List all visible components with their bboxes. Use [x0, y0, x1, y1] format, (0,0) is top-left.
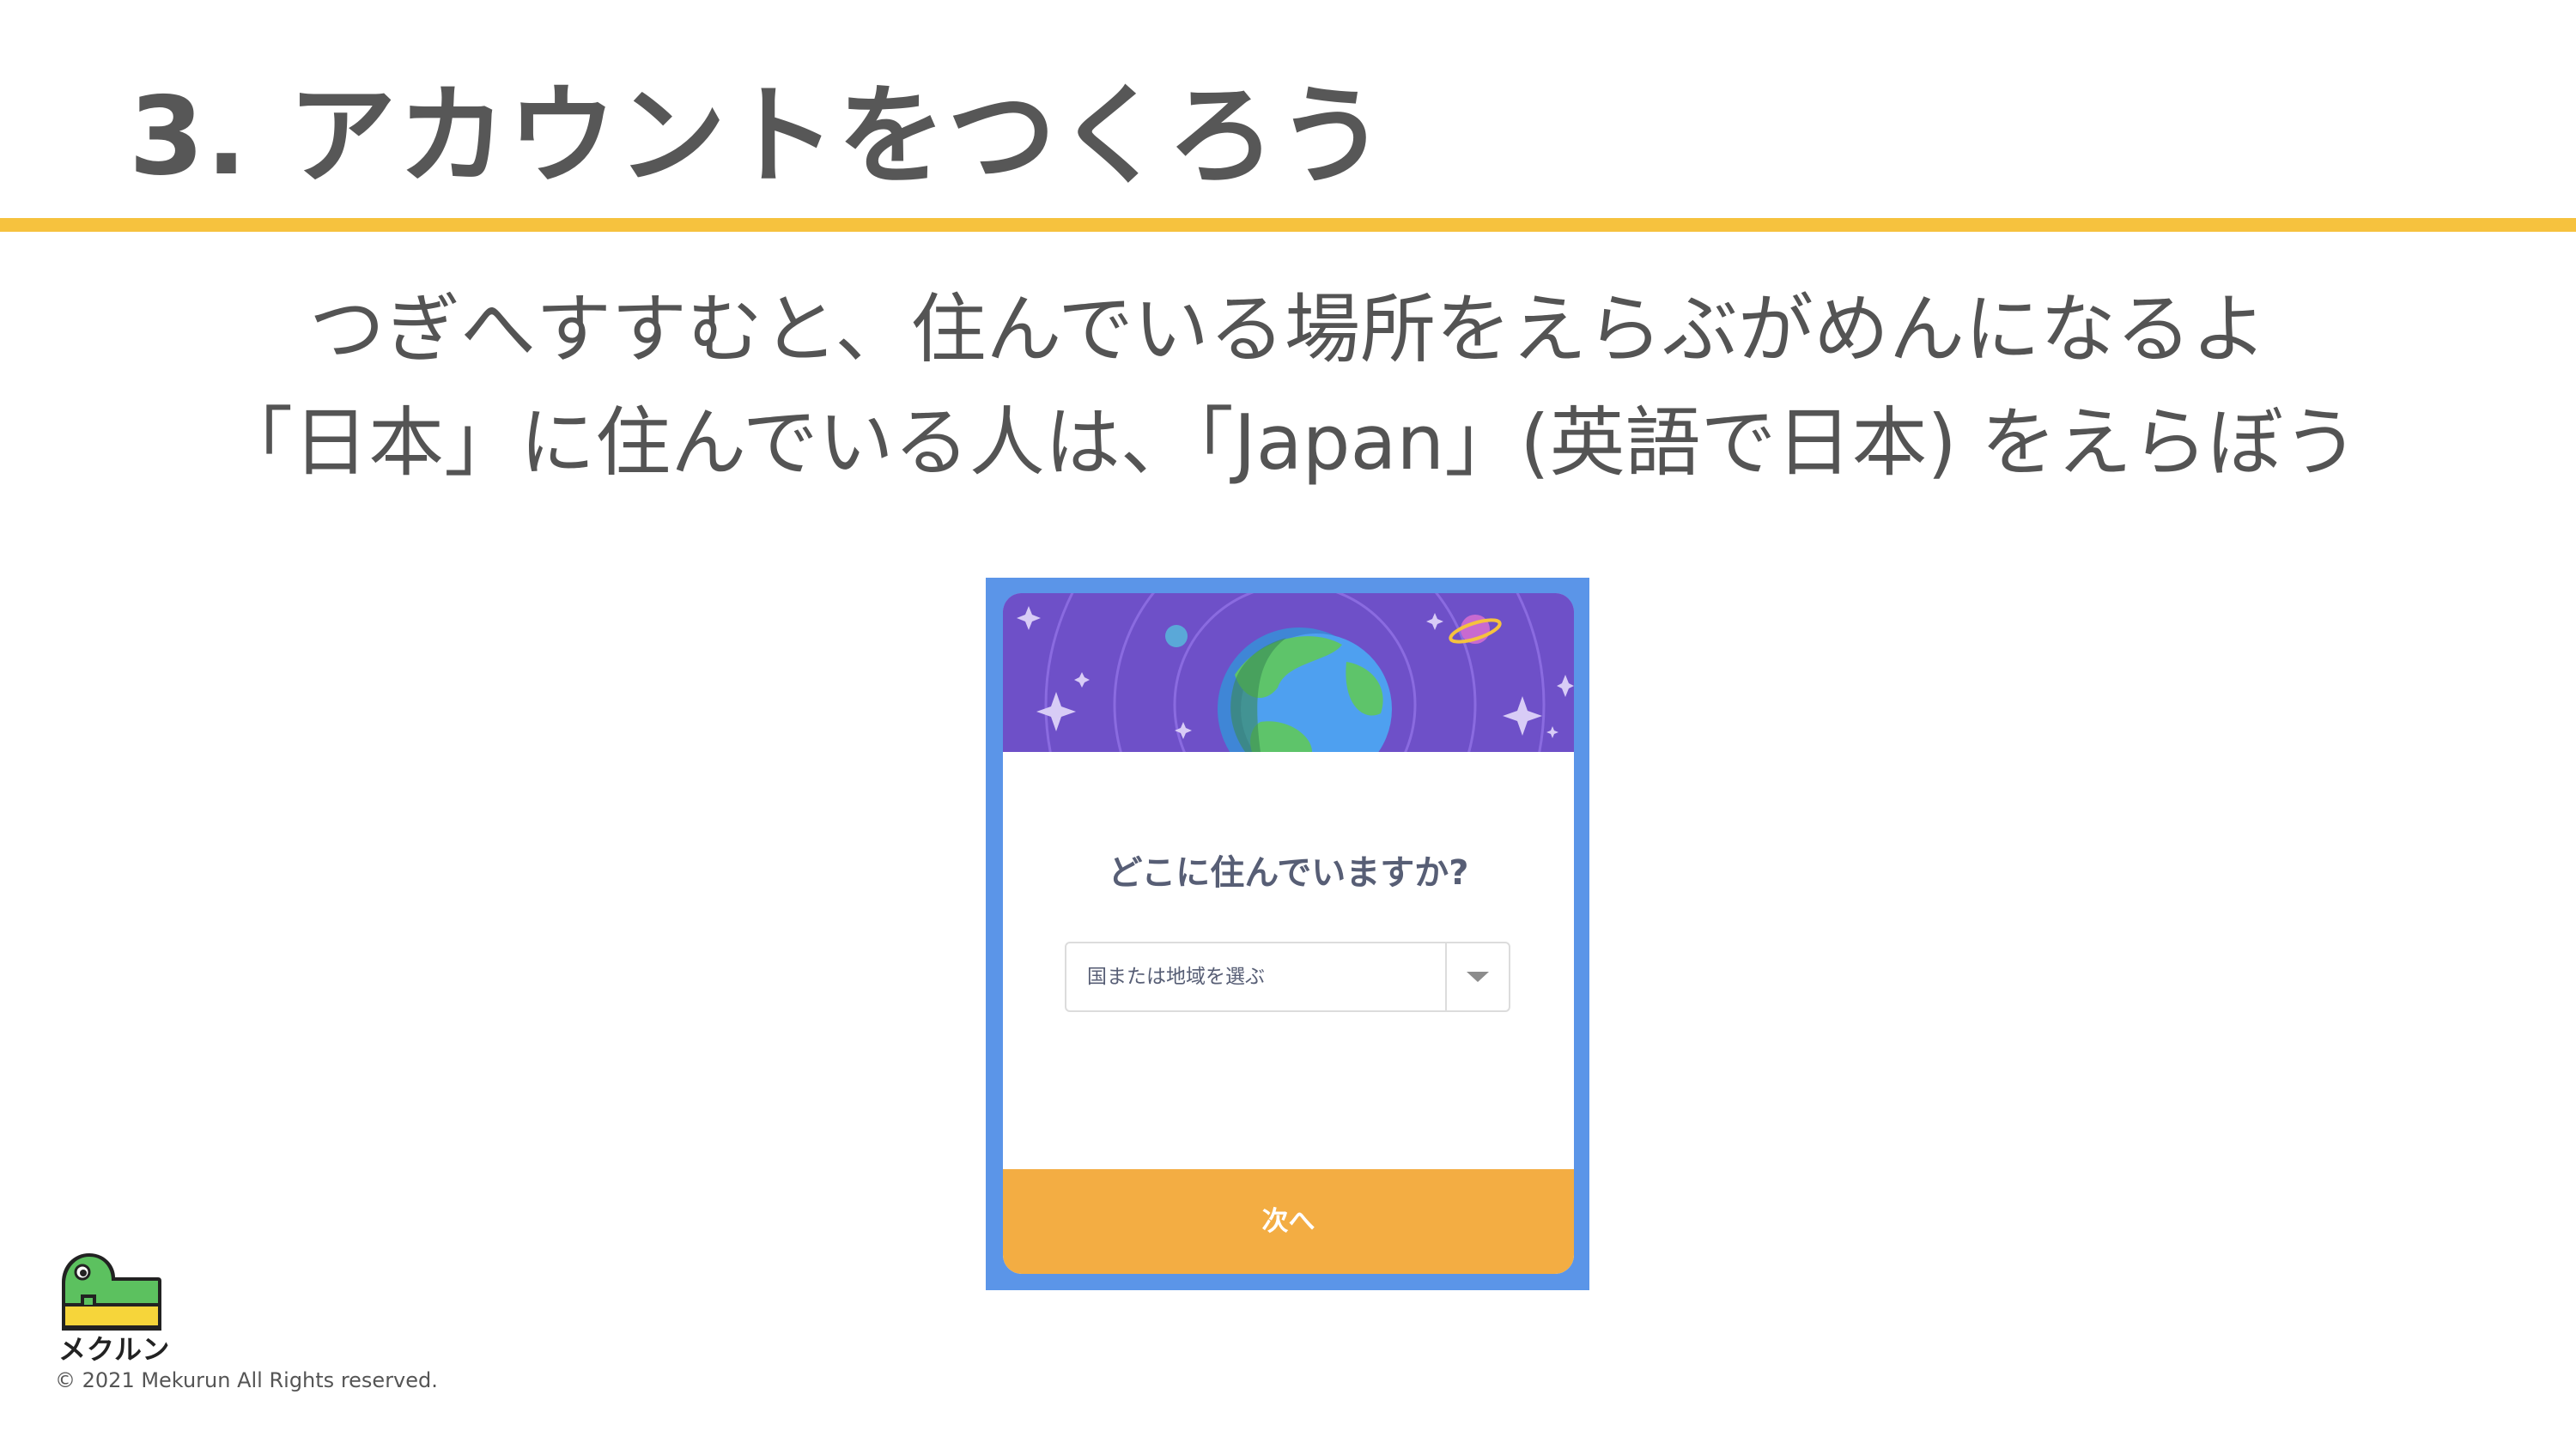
- country-question: どこに住んでいますか?: [1108, 853, 1469, 893]
- instruction-line-2: 「日本」に住んでいる人は、「Japan」(英語で日本) をえらぼう: [217, 398, 2359, 487]
- space-banner-illustration: [1003, 593, 1574, 752]
- country-dialog: どこに住んでいますか? 国または地域を選ぶ 次へ: [1003, 593, 1574, 1274]
- logo-text: メクルン: [58, 1333, 171, 1366]
- country-select-value: 国または地域を選ぶ: [1087, 966, 1265, 988]
- slide-title: 3. アカウントをつくろう: [129, 73, 1388, 199]
- title-divider: [0, 218, 2576, 232]
- caret-down-icon[interactable]: [1465, 970, 1491, 984]
- moon-icon: [1165, 625, 1188, 647]
- country-select[interactable]: 国または地域を選ぶ: [1065, 942, 1510, 1012]
- copyright-notice: © 2021 Mekurun All Rights reserved.: [55, 1368, 438, 1392]
- instruction-line-1: つぎへすすむと、住んでいる場所をえらぶがめんになるよ: [308, 285, 2268, 373]
- next-button[interactable]: 次へ: [1003, 1169, 1574, 1274]
- space-banner: [1003, 593, 1574, 752]
- country-dialog-screenshot: どこに住んでいますか? 国または地域を選ぶ 次へ: [986, 578, 1589, 1290]
- instruction-text: つぎへすすむと、住んでいる場所をえらぶがめんになるよ 「日本」に住んでいる人は、…: [0, 273, 2576, 500]
- select-divider: [1445, 943, 1447, 1010]
